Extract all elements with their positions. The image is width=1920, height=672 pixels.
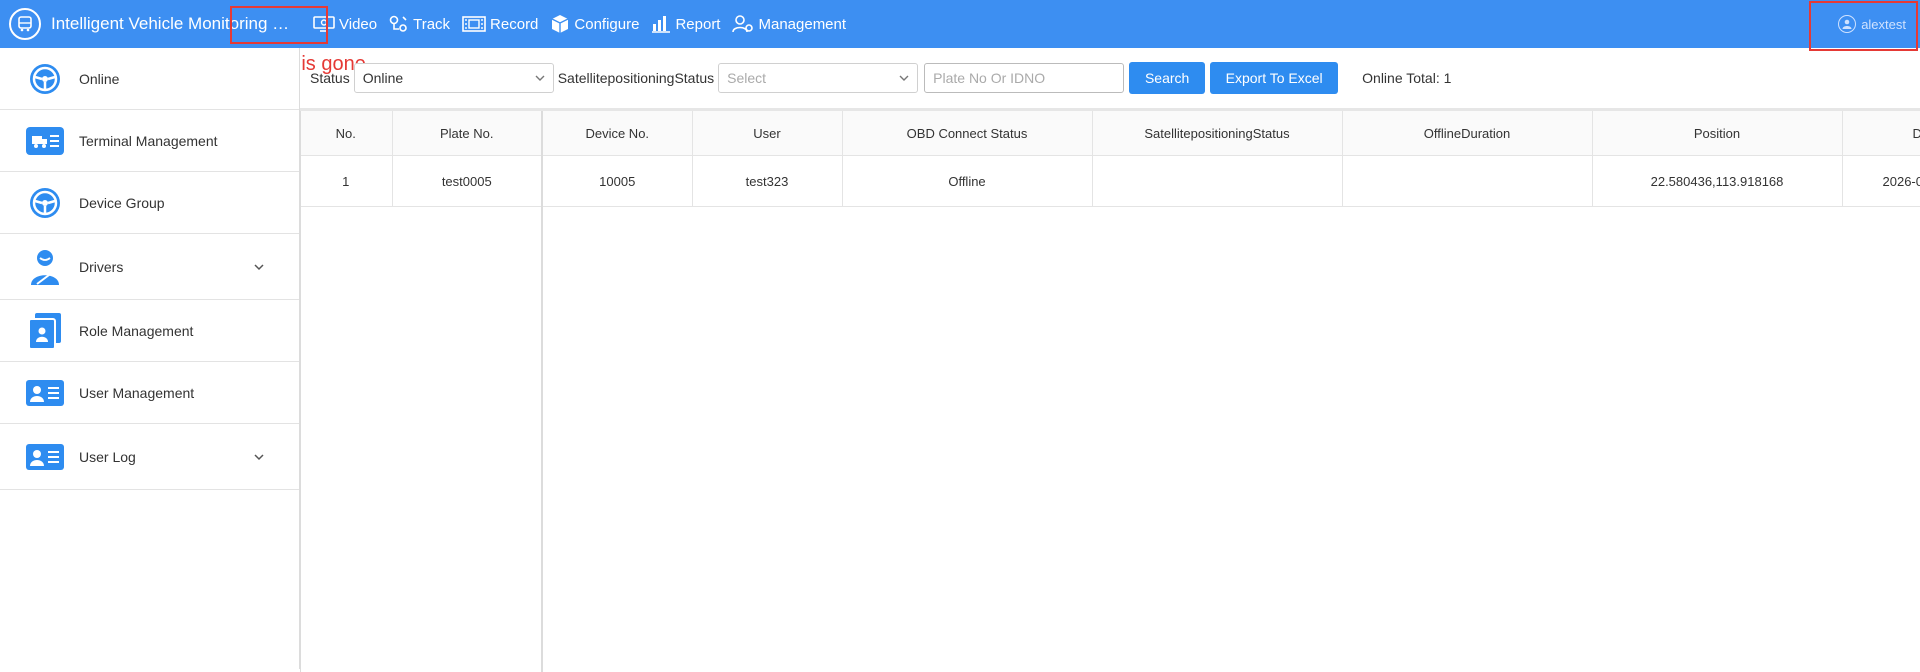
table-left-border <box>300 111 301 672</box>
nav-track[interactable]: Track <box>389 0 450 48</box>
col-header-offline-duration[interactable]: OfflineDuration <box>1342 111 1593 156</box>
fixed-column-divider <box>541 111 543 672</box>
status-select[interactable]: Online <box>353 63 554 93</box>
driver-icon <box>25 247 65 287</box>
user-menu[interactable]: alextest <box>1838 0 1906 48</box>
main-nav: Video Track Record Configure Report Mana… <box>313 0 858 48</box>
sidebar-item-terminal-management[interactable]: Terminal Management <box>0 110 299 172</box>
sidebar-item-label: Terminal Management <box>79 132 218 149</box>
sidebar-item-device-group[interactable]: Device Group <box>0 172 299 234</box>
sidebar-item-online[interactable]: Online <box>0 48 299 110</box>
sidebar-item-label: Online <box>79 70 120 87</box>
cell-satellite <box>1092 155 1343 207</box>
app-logo[interactable]: Intelligent Vehicle Monitoring Sy… <box>0 0 299 48</box>
cell-plate: test0005 <box>392 155 543 207</box>
nav-configure[interactable]: Configure <box>550 0 639 48</box>
search-button[interactable]: Search <box>1129 62 1206 94</box>
status-select-value: Online <box>362 70 404 86</box>
cell-user: test323 <box>692 155 843 207</box>
cube-icon <box>552 15 569 33</box>
cell-offline-duration <box>1342 155 1593 207</box>
user-gear-icon <box>732 15 754 33</box>
role-card-icon <box>25 311 65 351</box>
nav-management-label: Management <box>758 15 847 33</box>
nav-track-label: Track <box>413 15 451 33</box>
nav-configure-label: Configure <box>574 15 640 33</box>
table-row[interactable]: 1 test0005 10005 test323 Offline 22.5804… <box>300 155 1920 207</box>
cell-position: 22.580436,113.918168 <box>1592 155 1843 207</box>
col-header-obd[interactable]: OBD Connect Status <box>842 111 1093 156</box>
col-header-no[interactable]: No. <box>300 111 393 156</box>
steering-wheel-icon <box>25 183 65 223</box>
cell-device: 10005 <box>542 155 693 207</box>
nav-report-label: Report <box>675 15 721 33</box>
id-card-icon <box>25 373 65 413</box>
status-label: Status <box>310 70 350 86</box>
sidebar-item-label: Role Management <box>79 322 194 339</box>
nav-management[interactable]: Management <box>732 0 846 48</box>
cell-de: 2026-0 <box>1842 155 1920 207</box>
chevron-down-icon[interactable] <box>253 451 265 463</box>
chevron-down-icon <box>535 75 545 81</box>
col-header-position[interactable]: Position <box>1592 111 1843 156</box>
col-header-plate[interactable]: Plate No. <box>392 111 543 156</box>
sidebar-item-user-log[interactable]: User Log <box>0 424 299 490</box>
id-card-icon <box>25 437 65 477</box>
col-header-satellite[interactable]: SatellitepositioningStatus <box>1092 111 1343 156</box>
app-title: Intelligent Vehicle Monitoring Sy… <box>51 14 299 33</box>
satellite-status-placeholder: Select <box>727 70 767 86</box>
plate-search-input[interactable]: Plate No Or IDNO <box>924 63 1125 93</box>
cell-obd: Offline <box>842 155 1093 207</box>
sidebar-item-label: User Log <box>79 448 136 465</box>
truck-list-icon <box>25 121 65 161</box>
satellite-status-label: SatellitepositioningStatus <box>557 70 715 86</box>
nav-report[interactable]: Report <box>651 0 720 48</box>
chevron-down-icon[interactable] <box>253 261 265 273</box>
nav-record-label: Record <box>490 15 539 33</box>
film-icon <box>462 16 486 32</box>
sidebar-item-user-management[interactable]: User Management <box>0 362 299 424</box>
username: alextest <box>1861 16 1906 32</box>
export-excel-button[interactable]: Export To Excel <box>1210 62 1339 94</box>
steering-wheel-icon <box>25 59 65 99</box>
online-total: Online Total: 1 <box>1362 70 1452 86</box>
col-header-user[interactable]: User <box>692 111 843 156</box>
sidebar-item-drivers[interactable]: Drivers <box>0 234 299 300</box>
filter-bar: Status Online SatellitepositioningStatus… <box>300 60 1451 96</box>
vehicle-table: No. Plate No. Device No. User OBD Connec… <box>300 108 1920 672</box>
col-header-de[interactable]: De <box>1842 111 1920 156</box>
plate-search-placeholder: Plate No Or IDNO <box>933 70 1046 86</box>
satellite-status-select[interactable]: Select <box>718 63 919 93</box>
cell-no: 1 <box>300 155 393 207</box>
route-icon <box>389 15 407 32</box>
sidebar: Online Terminal Management Device Group … <box>0 48 300 669</box>
table-header-row: No. Plate No. Device No. User OBD Connec… <box>300 111 1920 156</box>
sidebar-item-label: Device Group <box>79 194 165 211</box>
sidebar-item-label: Drivers <box>79 258 124 275</box>
top-navbar: Intelligent Vehicle Monitoring Sy… Video… <box>0 0 1920 48</box>
sidebar-item-label: User Management <box>79 384 195 401</box>
chevron-down-icon <box>899 75 909 81</box>
bus-icon <box>9 8 41 40</box>
nav-video[interactable]: Video <box>313 0 377 48</box>
nav-video-label: Video <box>339 15 378 33</box>
col-header-device[interactable]: Device No. <box>542 111 693 156</box>
nav-record[interactable]: Record <box>462 0 538 48</box>
user-avatar-icon <box>1838 15 1857 33</box>
sidebar-item-role-management[interactable]: Role Management <box>0 300 299 362</box>
bar-chart-icon <box>652 16 671 33</box>
monitor-icon <box>313 16 335 32</box>
